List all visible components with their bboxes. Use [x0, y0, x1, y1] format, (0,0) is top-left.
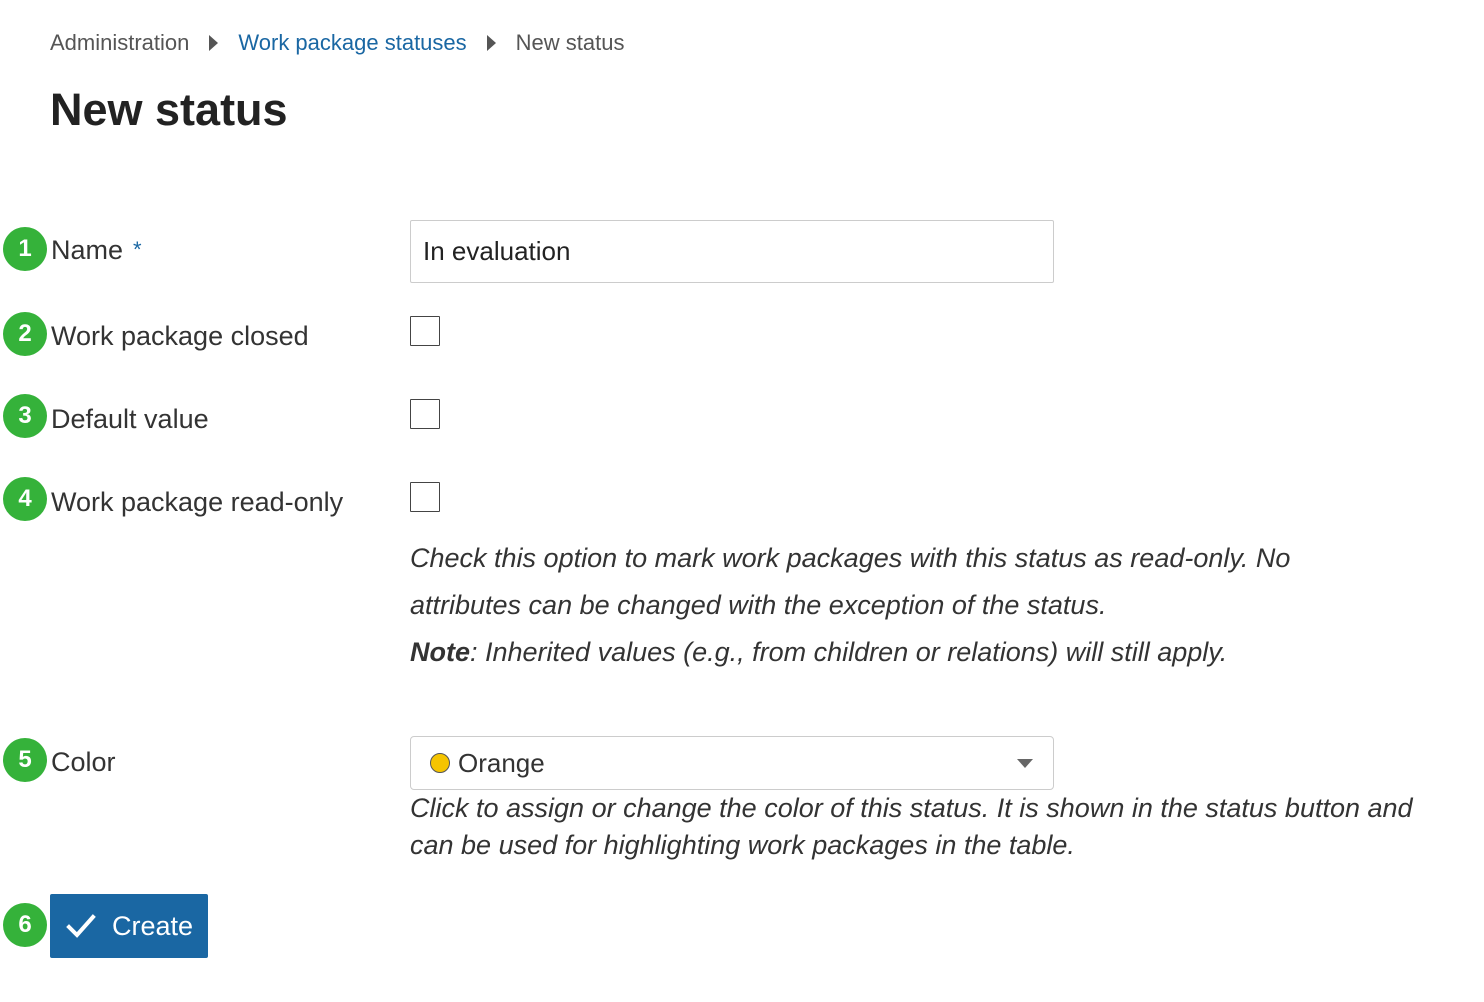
breadcrumb-work-package-statuses[interactable]: Work package statuses — [238, 30, 466, 56]
step-badge-1: 1 — [3, 227, 47, 271]
read-only-label: Work package read-only — [51, 487, 344, 517]
breadcrumb-current: New status — [515, 30, 625, 55]
read-only-help-line-1: Check this option to mark work packages … — [410, 543, 1291, 573]
chevron-down-icon — [1017, 759, 1033, 768]
note-label: Note — [410, 637, 470, 667]
create-button-label: Create — [112, 910, 194, 941]
name-input[interactable] — [410, 220, 1054, 283]
color-select[interactable]: Orange — [410, 736, 1054, 790]
step-badge-5: 5 — [3, 738, 47, 782]
step-badge-4: 4 — [3, 477, 47, 521]
chevron-right-icon — [209, 35, 219, 51]
note-text: : Inherited values (e.g., from children … — [470, 637, 1228, 667]
step-badge-6: 6 — [3, 903, 47, 947]
default-value-checkbox[interactable] — [410, 399, 440, 429]
read-only-help: Check this option to mark work packages … — [410, 535, 1290, 676]
read-only-checkbox[interactable] — [410, 482, 440, 512]
default-value-label: Default value — [51, 404, 209, 434]
closed-label: Work package closed — [51, 321, 309, 351]
page-title: New status — [50, 84, 288, 135]
color-help-line-1: Click to assign or change the color of t… — [410, 793, 1413, 823]
color-label: Color — [51, 747, 116, 777]
read-only-help-line-2: attributes can be changed with the excep… — [410, 590, 1107, 620]
breadcrumb: Administration Work package statuses New… — [50, 28, 624, 58]
create-button[interactable]: Create — [50, 894, 208, 958]
required-mark: * — [133, 237, 142, 262]
closed-checkbox[interactable] — [410, 316, 440, 346]
color-help: Click to assign or change the color of t… — [410, 790, 1413, 864]
color-select-value: Orange — [458, 747, 545, 778]
color-help-line-2: can be used for highlighting work packag… — [410, 830, 1075, 860]
breadcrumb-administration[interactable]: Administration — [50, 30, 189, 56]
color-swatch-icon — [430, 753, 450, 773]
step-badge-3: 3 — [3, 394, 47, 438]
name-label: Name * — [51, 234, 142, 266]
step-badge-2: 2 — [3, 312, 47, 356]
checkmark-icon — [66, 914, 96, 938]
chevron-right-icon — [486, 35, 496, 51]
name-label-text: Name — [51, 235, 124, 265]
read-only-help-note: Note: Inherited values (e.g., from child… — [410, 629, 1290, 676]
